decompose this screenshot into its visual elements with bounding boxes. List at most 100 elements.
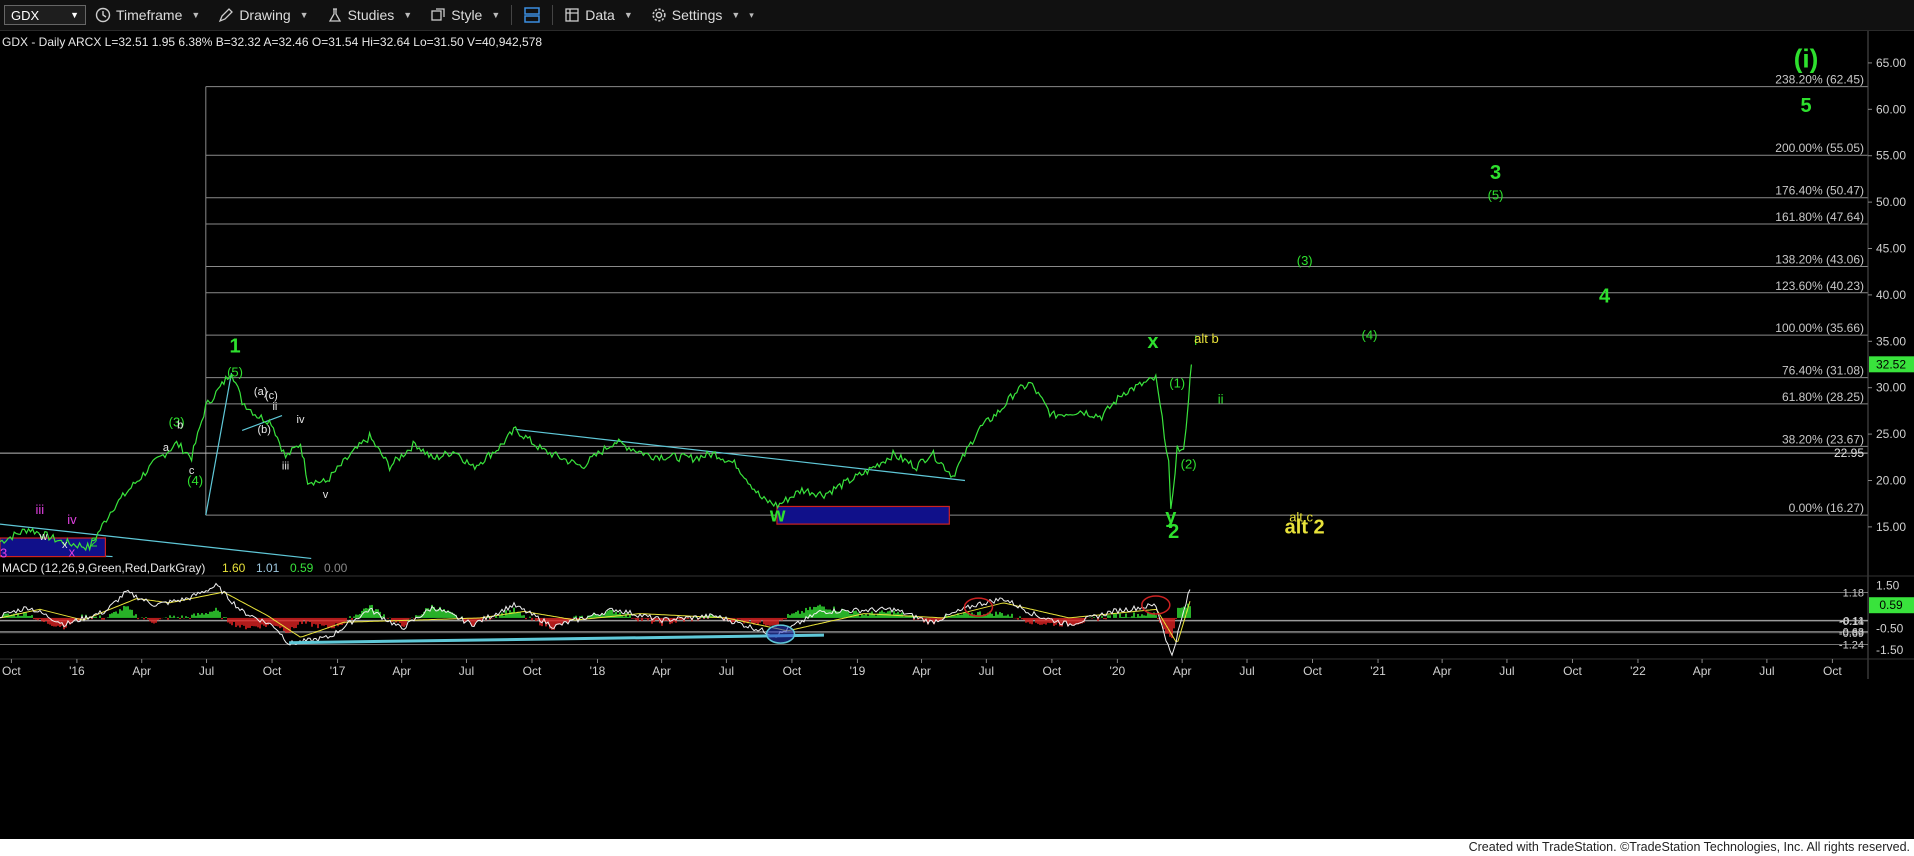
wave-label: alt 2 (1285, 516, 1325, 538)
x-tick-label: Jul (719, 664, 734, 678)
settings-label: Settings (671, 7, 723, 23)
x-tick-label: Oct (2, 664, 21, 678)
x-tick-label: Oct (1823, 664, 1842, 678)
wave-label: v (323, 489, 329, 501)
macd-tick-label: -0.50 (1876, 622, 1904, 636)
x-tick-label: Apr (912, 664, 931, 678)
drawing-label: Drawing (239, 7, 291, 23)
flask-icon (328, 8, 341, 22)
x-tick-label: Oct (523, 664, 542, 678)
y-tick-label: 30.00 (1876, 381, 1906, 395)
x-tick-label: '21 (1370, 664, 1386, 678)
symbol-select[interactable]: GDX ▼ (4, 5, 86, 25)
y-tick-label: 60.00 (1876, 102, 1906, 116)
layout-button[interactable] (514, 0, 550, 30)
macd-ref-label: -0.11 (1840, 615, 1864, 627)
y-tick-label: 15.00 (1876, 520, 1906, 534)
wave-label: (b) (257, 424, 270, 436)
x-tick-label: Jul (199, 664, 214, 678)
footer-credit: Created with TradeStation. ©TradeStation… (0, 839, 1914, 856)
timeframe-menu[interactable]: Timeframe ▼ (86, 0, 209, 30)
studies-menu[interactable]: Studies ▼ (318, 0, 422, 30)
x-tick-label: Apr (132, 664, 151, 678)
data-table-icon (565, 8, 579, 22)
caret-icon: ▼ (191, 10, 201, 20)
x-tick-label: Jul (459, 664, 474, 678)
y-tick-label: 65.00 (1876, 56, 1906, 70)
style-menu[interactable]: Style ▼ (421, 0, 509, 30)
x-tick-label: Apr (1693, 664, 1712, 678)
clock-icon (95, 7, 111, 23)
macd-value: 0.00 (324, 561, 348, 575)
y-tick-label: 55.00 (1876, 149, 1906, 163)
wave-label: iii (36, 502, 45, 517)
macd-header: MACD (12,26,9,Green,Red,DarkGray) (2, 561, 205, 575)
x-tick-label: Apr (1173, 664, 1192, 678)
macd-ref-label: -0.69 (1839, 628, 1864, 640)
data-menu[interactable]: Data ▼ (555, 0, 642, 30)
wave-label: 3 (0, 546, 7, 561)
wave-label: 2 (1168, 521, 1179, 543)
x-tick-label: Apr (652, 664, 671, 678)
wave-label: 2 (90, 534, 97, 549)
y-tick-label: 35.00 (1876, 334, 1906, 348)
macd-value: 1.60 (222, 561, 246, 575)
fib-label: 100.00% (35.66) (1775, 321, 1864, 335)
fib-label: 238.20% (62.45) (1775, 73, 1864, 87)
fib-label: 138.20% (43.06) (1775, 253, 1864, 267)
wave-label: (5) (1488, 187, 1504, 202)
macd-ref-label: -1.24 (1839, 640, 1864, 652)
overflow-icon: ▾ (749, 9, 754, 20)
wave-label: x (62, 539, 68, 551)
price-chart[interactable]: GDX - Daily ARCX L=32.51 1.95 6.38% B=32… (0, 31, 1914, 839)
fib-label: 176.40% (50.47) (1775, 184, 1864, 198)
studies-label: Studies (347, 7, 395, 23)
wave-label: ii (272, 401, 277, 413)
x-tick-label: Oct (783, 664, 802, 678)
chart-header: GDX - Daily ARCX L=32.51 1.95 6.38% B=32… (2, 35, 542, 49)
macd-last-label: 0.59 (1879, 598, 1903, 612)
x-tick-label: Oct (1563, 664, 1582, 678)
fib-label: 0.00% (16.27) (1789, 501, 1864, 515)
wave-label: iii (282, 460, 289, 472)
x-tick-label: Jul (1499, 664, 1514, 678)
x-tick-label: Oct (1043, 664, 1062, 678)
caret-icon: ▼ (299, 10, 309, 20)
style-icon (431, 8, 445, 21)
wave-label: 1 (229, 335, 240, 357)
settings-menu[interactable]: Settings ▼ ▾ (642, 0, 763, 30)
toolbar-divider (511, 5, 513, 25)
y-tick-label: 20.00 (1876, 473, 1906, 487)
x-tick-label: Apr (392, 664, 411, 678)
drawing-menu[interactable]: Drawing ▼ (209, 0, 317, 30)
wave-label: w (769, 504, 786, 526)
wave-label: (3) (1297, 253, 1313, 268)
x-tick-label: '19 (850, 664, 866, 678)
wave-label: (2) (1181, 456, 1197, 471)
toolbar-divider (552, 5, 554, 25)
wave-label: 5 (1800, 95, 1811, 117)
fib-label: 200.00% (55.05) (1775, 141, 1864, 155)
wave-label: x (1147, 331, 1158, 353)
wave-label: 4 (1599, 285, 1611, 307)
y-tick-label: 45.00 (1876, 242, 1906, 256)
style-label: Style (451, 7, 483, 23)
x-tick-label: Oct (263, 664, 282, 678)
x-tick-label: Jul (1759, 664, 1774, 678)
x-tick-label: Apr (1433, 664, 1452, 678)
wave-label: (5) (227, 365, 243, 380)
macd-tick-label: -1.50 (1876, 643, 1904, 657)
y-tick-label: 40.00 (1876, 288, 1906, 302)
gear-icon (652, 8, 666, 22)
wave-label: iv (67, 512, 77, 527)
wave-label: iv (297, 414, 305, 426)
wave-label: (1) (1169, 376, 1185, 391)
x-tick-label: Jul (979, 664, 994, 678)
y-tick-label: 25.00 (1876, 427, 1906, 441)
wave-label: alt b (1194, 331, 1219, 346)
wave-label: (i) (1794, 44, 1819, 74)
wave-label: b (177, 420, 183, 432)
x-tick-label: '17 (330, 664, 346, 678)
data-label: Data (585, 7, 615, 23)
caret-icon: ▼ (403, 10, 413, 20)
